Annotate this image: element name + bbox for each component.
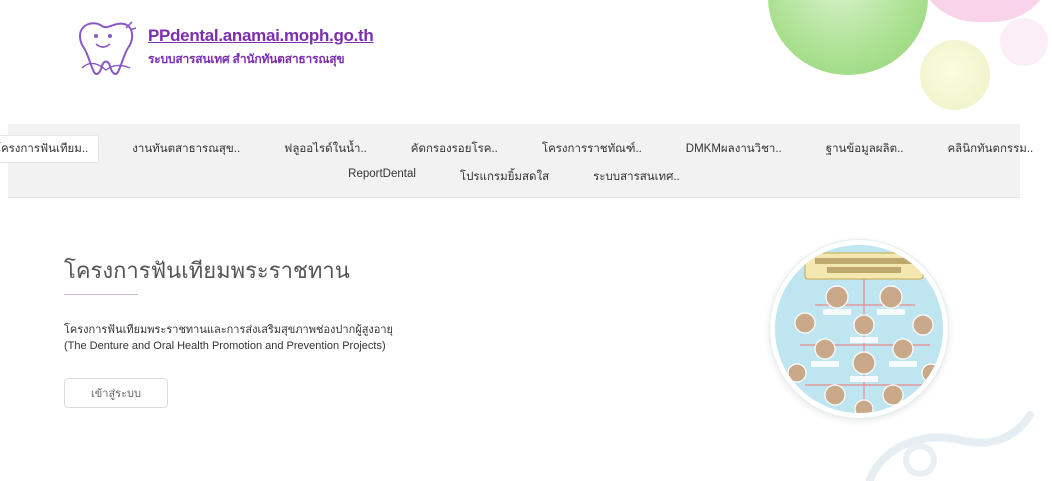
nav-item-production-database[interactable]: ฐานข้อมูลผลิต.. (816, 136, 914, 162)
stethoscope-decor-icon (866, 411, 1034, 481)
nav-item-smile-program[interactable]: โปรแกรมยิ้มสดใส (450, 164, 559, 190)
nav-item-fluoride-water[interactable]: ฟลูออไรด์ในน้ำ.. (274, 136, 377, 162)
nav-row-1: โครงการฟันเทียม.. งานทันตสาธารณสุข.. ฟลู… (0, 136, 1033, 162)
enter-system-button[interactable]: เข้าสู่ระบบ (64, 378, 168, 408)
denture-project-image (770, 240, 948, 418)
page-title: โครงการฟันเทียมพระราชทาน (64, 258, 350, 283)
nav-item-dental-clinic[interactable]: คลินิกทันตกรรม.. (937, 136, 1043, 162)
nav-item-report-dental[interactable]: ReportDental (338, 164, 426, 190)
nav-item-dmkm[interactable]: DMKMผลงานวิชา.. (676, 136, 792, 162)
decor-yellow-bubble (920, 40, 990, 110)
nav-row-2: ReportDental โปรแกรมยิ้มสดใส ระบบสารสนเท… (8, 164, 1020, 190)
site-name-link[interactable]: PPdental.anamai.moph.go.th (148, 26, 374, 46)
description-english: (The Denture and Oral Health Promotion a… (64, 340, 386, 352)
decor-lightpink-bubble (1000, 18, 1048, 66)
main-navbar: โครงการฟันเทียม.. งานทันตสาธารณสุข.. ฟลู… (0, 124, 1033, 198)
site-subtitle: ระบบสารสนเทศ สำนักทันตสาธารณสุข (148, 52, 345, 66)
title-divider (64, 294, 138, 295)
nav-item-denture[interactable]: โครงการฟันเทียม.. (0, 136, 99, 162)
nav-item-lesion-screening[interactable]: คัดกรองรอยโรค.. (401, 136, 508, 162)
description-thai: โครงการฟันเทียมพระราชทานและการส่งเสริมสุ… (64, 324, 394, 336)
tooth-logo-icon[interactable] (72, 18, 142, 78)
decor-green-bubble (768, 0, 928, 75)
nav-item-information-system[interactable]: ระบบสารสนเทศ.. (583, 164, 690, 190)
nav-item-corrections-project[interactable]: โครงการราชทัณฑ์.. (532, 136, 652, 162)
nav-item-public-dental-health[interactable]: งานทันตสาธารณสุข.. (122, 136, 250, 162)
